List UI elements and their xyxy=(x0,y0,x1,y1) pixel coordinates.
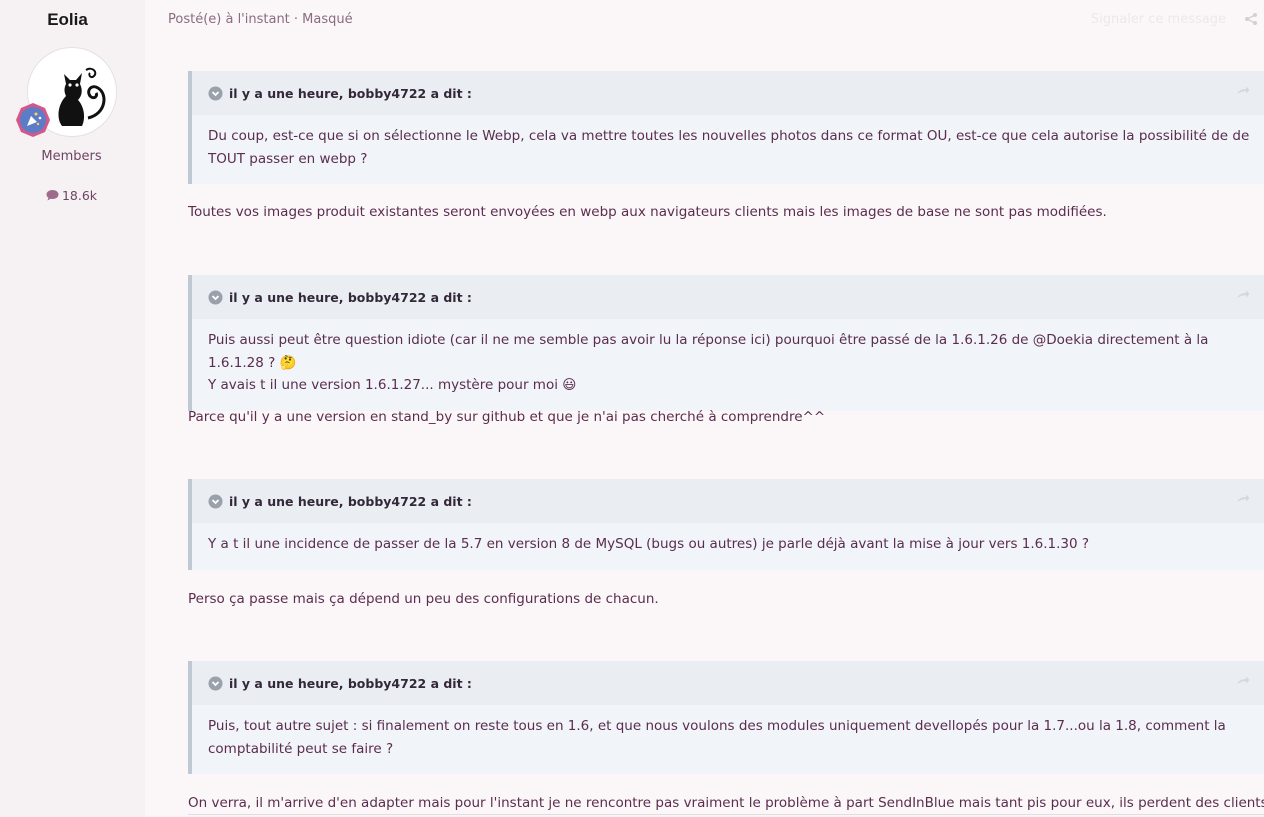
post-count[interactable]: 18.6k xyxy=(0,188,143,203)
divider xyxy=(188,814,1264,815)
reply-text: Parce qu'il y a une version en stand_by … xyxy=(188,409,826,425)
reply-arrow-icon[interactable] xyxy=(1236,494,1250,506)
quote-header[interactable]: il y a une heure, bobby4722 a dit : xyxy=(192,661,1264,705)
quote-block: il y a une heure, bobby4722 a dit : Du c… xyxy=(188,71,1264,184)
quote-header[interactable]: il y a une heure, bobby4722 a dit : xyxy=(192,479,1264,523)
quote-block: il y a une heure, bobby4722 a dit : Puis… xyxy=(188,275,1264,411)
quote-header[interactable]: il y a une heure, bobby4722 a dit : xyxy=(192,71,1264,115)
chevron-down-circle-icon[interactable] xyxy=(208,86,223,101)
quote-block: il y a une heure, bobby4722 a dit : Y a … xyxy=(188,479,1264,570)
rank-badge-icon[interactable] xyxy=(15,102,51,138)
reply-arrow-icon[interactable] xyxy=(1236,86,1250,98)
quote-line: Puis, tout autre sujet : si finalement o… xyxy=(208,718,1226,734)
member-group: Members xyxy=(41,149,102,164)
share-icon[interactable] xyxy=(1244,12,1258,26)
quote-line: Y a t il une incidence de passer de la 5… xyxy=(208,536,1090,552)
reply-arrow-icon[interactable] xyxy=(1236,676,1250,688)
reply-text: Perso ça passe mais ça dépend un peu des… xyxy=(188,591,659,607)
chevron-down-circle-icon[interactable] xyxy=(208,290,223,305)
reply-text: Toutes vos images produit existantes ser… xyxy=(188,204,1107,220)
quote-line: Du coup, est-ce que si on sélectionne le… xyxy=(208,128,1250,144)
chevron-down-circle-icon[interactable] xyxy=(208,494,223,509)
quote-citation: il y a une heure, bobby4722 a dit : xyxy=(229,675,472,691)
quote-content: Du coup, est-ce que si on sélectionne le… xyxy=(192,115,1264,184)
quote-content: Puis aussi peut être question idiote (ca… xyxy=(192,319,1264,411)
post-meta: Posté(e) à l'instant · Masqué xyxy=(168,12,353,27)
reply-arrow-icon[interactable] xyxy=(1236,290,1250,302)
quote-block: il y a une heure, bobby4722 a dit : Puis… xyxy=(188,661,1264,774)
post-count-value: 18.6k xyxy=(61,188,98,203)
quote-line: Puis aussi peut être question idiote (ca… xyxy=(208,332,1209,371)
quote-content: Y a t il une incidence de passer de la 5… xyxy=(192,523,1264,570)
report-post-link[interactable]: Signaler ce message xyxy=(1091,12,1226,27)
quote-header[interactable]: il y a une heure, bobby4722 a dit : xyxy=(192,275,1264,319)
quote-citation: il y a une heure, bobby4722 a dit : xyxy=(229,289,472,305)
reply-text: On verra, il m'arrive d'en adapter mais … xyxy=(188,795,1264,811)
chevron-down-circle-icon[interactable] xyxy=(208,676,223,691)
author-name[interactable]: Eolia xyxy=(0,10,135,30)
quote-line: Y avais t il une version 1.6.1.27... mys… xyxy=(208,377,577,393)
quote-citation: il y a une heure, bobby4722 a dit : xyxy=(229,85,472,101)
quote-line: comptabilité peut se faire ? xyxy=(208,740,394,757)
quote-content: Puis, tout autre sujet : si finalement o… xyxy=(192,705,1264,774)
quote-citation: il y a une heure, bobby4722 a dit : xyxy=(229,493,472,509)
comment-bubble-icon xyxy=(46,190,59,201)
author-panel: Eolia Members 18.6k xyxy=(0,0,145,817)
quote-line: TOUT passer en webp ? xyxy=(208,150,368,167)
